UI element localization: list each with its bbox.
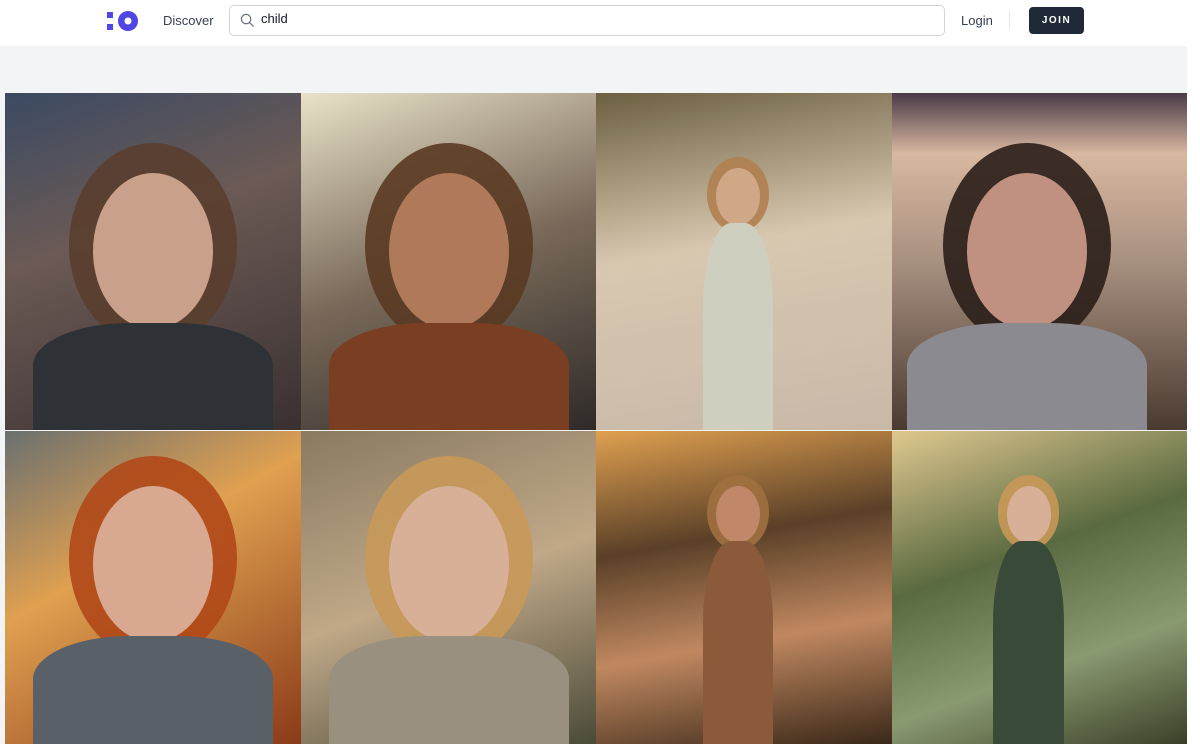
face-shape [93, 486, 213, 642]
clothing-shape [33, 636, 273, 744]
face-shape [93, 173, 213, 329]
face-shape [966, 173, 1087, 329]
clothing-shape [702, 541, 774, 744]
face-shape [1006, 486, 1051, 544]
face-shape [388, 173, 509, 329]
clothing-shape [33, 323, 273, 430]
discover-link[interactable]: Discover [163, 13, 214, 28]
clothing-shape [906, 323, 1147, 430]
gallery-image-boy-grass-path[interactable] [891, 431, 1187, 744]
search-bar[interactable] [229, 5, 945, 36]
search-input[interactable] [261, 11, 921, 26]
image-gallery [5, 93, 1187, 744]
face-shape [388, 486, 509, 642]
gallery-image-boy-blond-dunes[interactable] [300, 431, 596, 744]
top-nav: Discover Login JOIN [0, 0, 1200, 46]
clothing-shape [328, 323, 569, 430]
gallery-image-girl-curly-hair-city[interactable] [5, 93, 301, 430]
clothing-shape [993, 541, 1064, 744]
divider [1009, 11, 1010, 30]
gallery-image-red-haired-girl[interactable] [5, 431, 301, 744]
scrollbar-track[interactable] [1187, 46, 1200, 744]
face-shape [716, 486, 760, 544]
gallery-image-boy-sand-dunes[interactable] [596, 93, 892, 430]
search-icon [240, 13, 255, 28]
gallery-image-boy-hat-sunset[interactable] [596, 431, 892, 744]
clothing-shape [702, 223, 774, 430]
gallery-image-girl-hood-dunes[interactable] [891, 93, 1187, 430]
logo-icon[interactable] [107, 11, 139, 31]
login-link[interactable]: Login [961, 13, 993, 28]
face-shape [716, 168, 760, 226]
clothing-shape [328, 636, 569, 744]
gallery-image-boy-freckles-street[interactable] [300, 93, 596, 430]
join-button[interactable]: JOIN [1029, 7, 1084, 34]
